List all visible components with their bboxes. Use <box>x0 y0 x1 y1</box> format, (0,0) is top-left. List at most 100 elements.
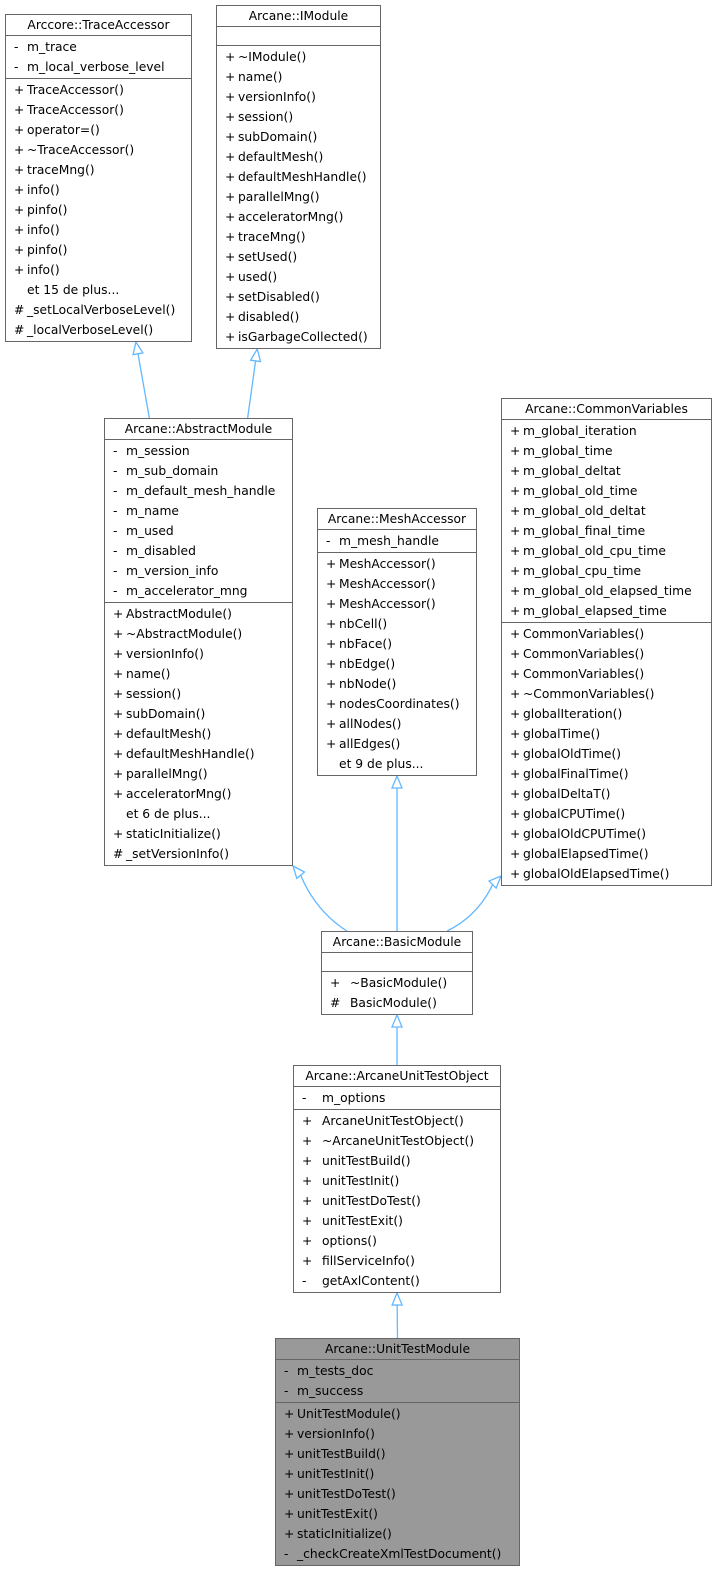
method-row[interactable]: + globalIteration() <box>502 704 711 724</box>
method-row[interactable]: # BasicModule() <box>322 993 472 1013</box>
method-row[interactable]: + globalOldElapsedTime() <box>502 864 711 884</box>
method-row[interactable]: + UnitTestModule() <box>276 1404 519 1424</box>
method-row[interactable]: + unitTestExit() <box>294 1211 500 1231</box>
method-row[interactable]: + ~ArcaneUnitTestObject() <box>294 1131 500 1151</box>
class-name[interactable]: Arcane::AbstractModule <box>105 419 292 440</box>
method-row[interactable]: + TraceAccessor() <box>6 80 191 100</box>
method-row[interactable]: + globalDeltaT() <box>502 784 711 804</box>
method-row[interactable]: + versionInfo() <box>105 644 292 664</box>
method-row[interactable]: + defaultMesh() <box>217 147 380 167</box>
class-name[interactable]: Arcane::UnitTestModule <box>276 1339 519 1360</box>
class-box-unit-test-module[interactable]: Arcane::UnitTestModule - m_tests_doc - m_suc… <box>275 1338 520 1566</box>
method-row[interactable]: + unitTestDoTest() <box>294 1191 500 1211</box>
method-row[interactable]: + parallelMng() <box>217 187 380 207</box>
attribute-row[interactable]: - m_name <box>105 501 292 521</box>
method-row[interactable]: + staticInitialize() <box>105 824 292 844</box>
method-row[interactable]: + name() <box>217 67 380 87</box>
attribute-row[interactable]: - m_success <box>276 1381 519 1401</box>
method-row[interactable]: + nbEdge() <box>318 654 476 674</box>
class-box-arcane-unit-test-object[interactable]: Arcane::ArcaneUnitTestObject - m_options + A… <box>293 1065 501 1293</box>
method-row[interactable]: + TraceAccessor() <box>6 100 191 120</box>
method-row[interactable]: + allNodes() <box>318 714 476 734</box>
attribute-row[interactable]: - m_tests_doc <box>276 1361 519 1381</box>
method-row[interactable]: + operator=() <box>6 120 191 140</box>
method-row[interactable]: + info() <box>6 220 191 240</box>
class-box-basic-module[interactable]: Arcane::BasicModule+ ~BasicModule() # Basic… <box>321 931 473 1015</box>
method-row[interactable]: + defaultMeshHandle() <box>217 167 380 187</box>
method-row[interactable]: + unitTestBuild() <box>294 1151 500 1171</box>
method-row[interactable]: + unitTestInit() <box>276 1464 519 1484</box>
method-row[interactable]: + pinfo() <box>6 200 191 220</box>
method-row[interactable]: + session() <box>217 107 380 127</box>
attribute-row[interactable]: + m_global_iteration <box>502 421 711 441</box>
attribute-row[interactable]: - m_version_info <box>105 561 292 581</box>
attribute-row[interactable]: - m_session <box>105 441 292 461</box>
method-row[interactable]: + CommonVariables() <box>502 664 711 684</box>
class-name[interactable]: Arcane::MeshAccessor <box>318 509 476 530</box>
method-row[interactable]: + globalOldTime() <box>502 744 711 764</box>
method-row[interactable]: + used() <box>217 267 380 287</box>
method-row[interactable]: + MeshAccessor() <box>318 554 476 574</box>
method-row[interactable]: + allEdges() <box>318 734 476 754</box>
attribute-row[interactable]: + m_global_final_time <box>502 521 711 541</box>
method-row[interactable]: + unitTestExit() <box>276 1504 519 1524</box>
attribute-row[interactable]: + m_global_elapsed_time <box>502 601 711 621</box>
method-row[interactable]: + nbFace() <box>318 634 476 654</box>
method-row[interactable]: + MeshAccessor() <box>318 574 476 594</box>
method-row[interactable]: + unitTestInit() <box>294 1171 500 1191</box>
attribute-row[interactable]: + m_global_old_cpu_time <box>502 541 711 561</box>
method-row[interactable]: + CommonVariables() <box>502 644 711 664</box>
method-row[interactable]: # _setVersionInfo() <box>105 844 292 864</box>
method-row[interactable]: + globalFinalTime() <box>502 764 711 784</box>
method-row[interactable]: # _setLocalVerboseLevel() <box>6 300 191 320</box>
attribute-row[interactable]: - m_default_mesh_handle <box>105 481 292 501</box>
method-row[interactable]: + info() <box>6 180 191 200</box>
method-row[interactable]: + setUsed() <box>217 247 380 267</box>
method-row[interactable]: + fillServiceInfo() <box>294 1251 500 1271</box>
method-row[interactable]: + versionInfo() <box>276 1424 519 1444</box>
attribute-row[interactable]: - m_local_verbose_level <box>6 57 191 77</box>
class-box-abstract-module[interactable]: Arcane::AbstractModule - m_session - m_sub_d… <box>104 418 293 866</box>
attribute-row[interactable]: - m_sub_domain <box>105 461 292 481</box>
attribute-row[interactable]: - m_disabled <box>105 541 292 561</box>
method-row[interactable]: + setDisabled() <box>217 287 380 307</box>
class-box-trace-accessor[interactable]: Arccore::TraceAccessor - m_trace - m_local_v… <box>5 14 192 342</box>
method-row[interactable]: + subDomain() <box>217 127 380 147</box>
attribute-row[interactable]: + m_global_old_deltat <box>502 501 711 521</box>
attribute-row[interactable]: + m_global_old_elapsed_time <box>502 581 711 601</box>
method-row[interactable]: + globalCPUTime() <box>502 804 711 824</box>
method-row[interactable]: + disabled() <box>217 307 380 327</box>
method-row[interactable]: + ArcaneUnitTestObject() <box>294 1111 500 1131</box>
method-row[interactable]: + nbNode() <box>318 674 476 694</box>
method-row[interactable]: + ~CommonVariables() <box>502 684 711 704</box>
attribute-row[interactable]: + m_global_time <box>502 441 711 461</box>
class-box-imodule[interactable]: Arcane::IModule + ~IModule() + name() + versio… <box>216 5 381 349</box>
method-row[interactable]: + ~BasicModule() <box>322 973 472 993</box>
method-row[interactable]: et 9 de plus... <box>318 754 476 774</box>
method-row[interactable]: + defaultMesh() <box>105 724 292 744</box>
method-row[interactable]: + AbstractModule() <box>105 604 292 624</box>
method-row[interactable]: + session() <box>105 684 292 704</box>
method-row[interactable]: - getAxlContent() <box>294 1271 500 1291</box>
method-row[interactable]: et 15 de plus... <box>6 280 191 300</box>
method-row[interactable]: + MeshAccessor() <box>318 594 476 614</box>
attribute-row[interactable]: - m_used <box>105 521 292 541</box>
method-row[interactable]: + isGarbageCollected() <box>217 327 380 347</box>
method-row[interactable]: + ~IModule() <box>217 47 380 67</box>
method-row[interactable]: + unitTestBuild() <box>276 1444 519 1464</box>
attribute-row[interactable]: + m_global_cpu_time <box>502 561 711 581</box>
method-row[interactable]: + globalTime() <box>502 724 711 744</box>
method-row[interactable]: - _checkCreateXmlTestDocument() <box>276 1544 519 1564</box>
method-row[interactable]: + ~TraceAccessor() <box>6 140 191 160</box>
method-row[interactable]: # _localVerboseLevel() <box>6 320 191 340</box>
attribute-row[interactable]: + m_global_old_time <box>502 481 711 501</box>
method-row[interactable]: + nodesCoordinates() <box>318 694 476 714</box>
class-box-common-variables[interactable]: Arcane::CommonVariables + m_global_iterati… <box>501 398 712 886</box>
class-name[interactable]: Arcane::BasicModule <box>322 932 472 953</box>
method-row[interactable]: + unitTestDoTest() <box>276 1484 519 1504</box>
method-row[interactable]: + nbCell() <box>318 614 476 634</box>
method-row[interactable]: + acceleratorMng() <box>217 207 380 227</box>
class-name[interactable]: Arcane::ArcaneUnitTestObject <box>294 1066 500 1087</box>
class-name[interactable]: Arccore::TraceAccessor <box>6 15 191 36</box>
method-row[interactable]: + traceMng() <box>217 227 380 247</box>
